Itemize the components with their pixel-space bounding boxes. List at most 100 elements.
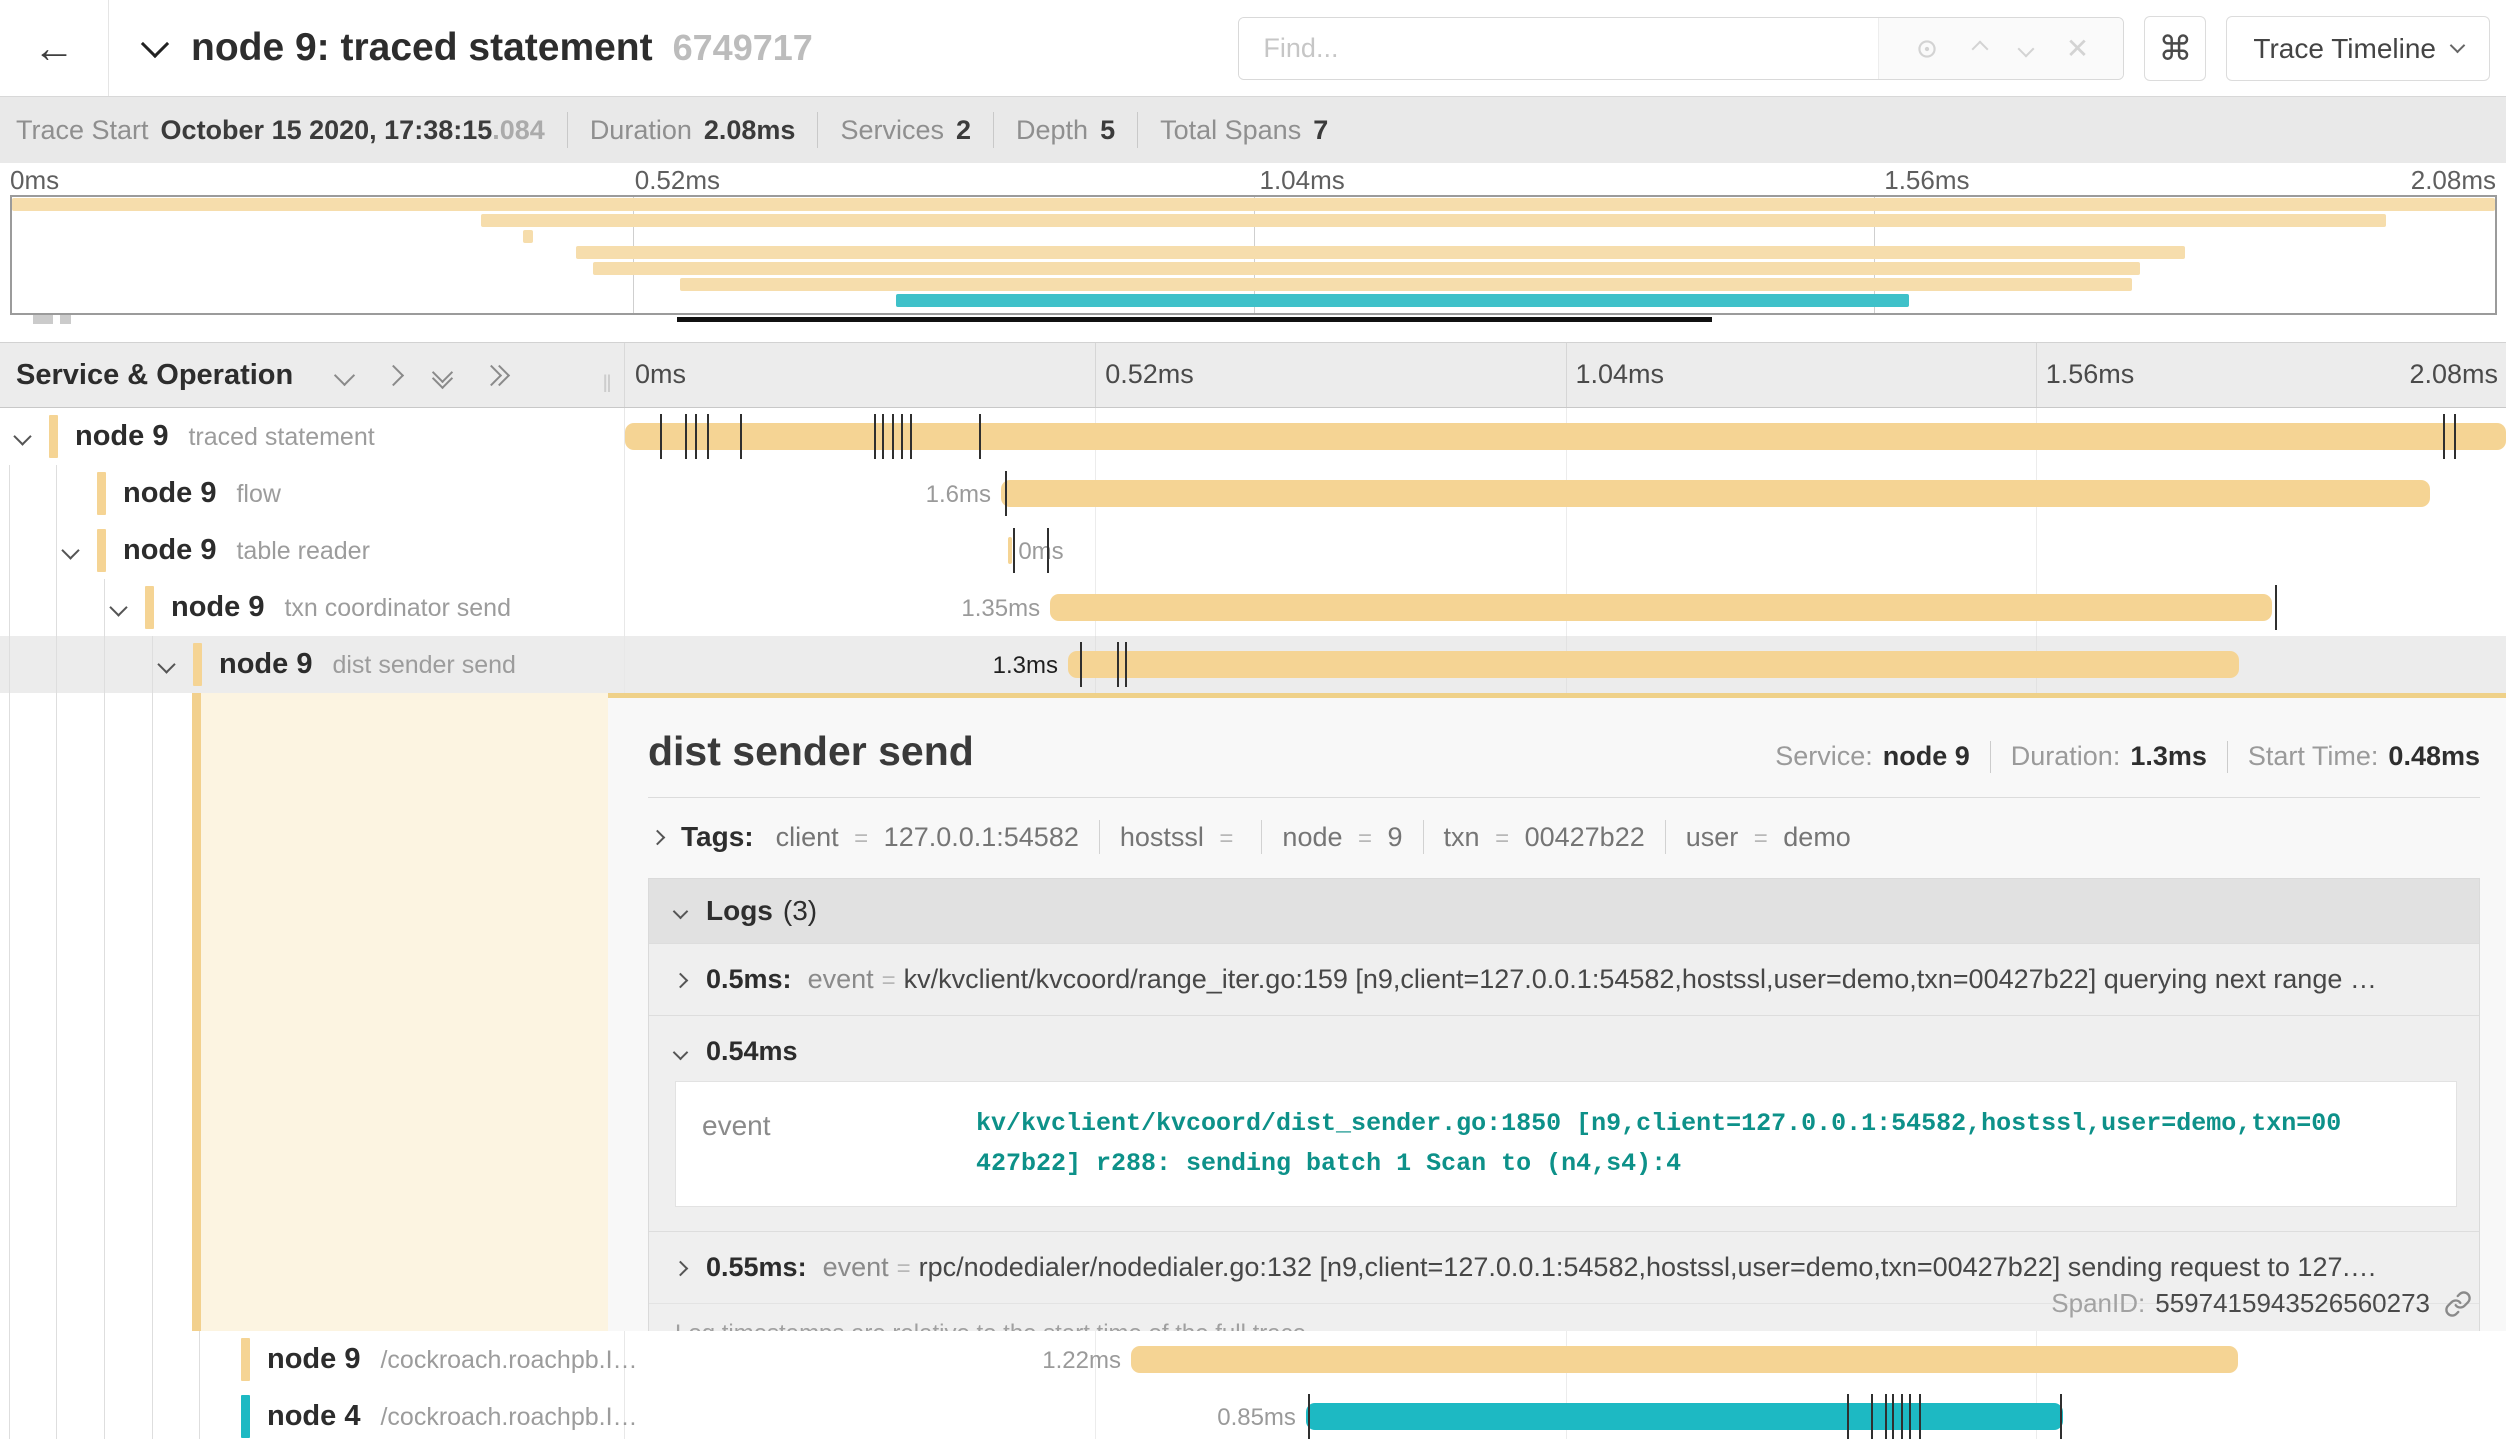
span-row[interactable]: node 9flow1.6ms [0,465,2506,522]
detail-meta-label: Service: [1775,741,1873,772]
span-row-timeline: 1.3ms [625,636,2506,693]
span-bar[interactable] [625,423,2506,450]
log-message: rpc/nodedialer/nodedialer.go:132 [n9,cli… [919,1252,2377,1283]
log-marker-tick [979,414,981,459]
expand-all-icon[interactable] [484,368,507,383]
log-entry-collapsed[interactable]: 0.5ms: event = kv/kvclient/kvcoord/range… [649,943,2479,1015]
tree-guide-line [9,579,10,636]
logs-header[interactable]: Logs (3) [649,879,2479,943]
log-message: kv/kvclient/kvcoord/range_iter.go:159 [n… [904,964,2377,995]
find-input[interactable] [1239,18,1878,79]
detail-meta-label: Start Time: [2248,741,2379,772]
summary-label: Depth [1016,115,1088,146]
log-event-detail: event kv/kvclient/kvcoord/dist_sender.go… [675,1081,2457,1207]
separator [567,112,568,148]
title-collapse-chevron-icon[interactable] [141,30,169,58]
link-icon[interactable] [2444,1290,2472,1318]
trace-view-selector[interactable]: Trace Timeline [2226,16,2490,81]
span-row[interactable]: node 9traced statement [0,408,2506,465]
span-bar[interactable] [1131,1346,2238,1373]
summary-item: Duration2.08ms [590,115,796,146]
find-clear-icon[interactable]: ✕ [2066,32,2089,65]
span-bar[interactable] [1008,537,1012,564]
log-marker-tick [1013,528,1015,573]
summary-value: 2 [956,115,971,146]
chevron-down-icon [2450,38,2466,54]
back-button[interactable]: ← [0,0,109,96]
service-name: node 9txn coordinator send [171,591,511,624]
log-marker-tick [1117,642,1119,687]
keyboard-shortcuts-button[interactable]: ⌘ [2144,16,2206,81]
span-row[interactable]: node 9table reader0ms [0,522,2506,579]
timeline-column-header: Service & Operation ‖ 0ms0.52ms1.04ms1.5… [0,342,2506,408]
log-entry-expanded-header[interactable]: 0.54ms [649,1015,2479,1081]
span-bar[interactable] [1001,480,2430,507]
tag-equals: = [1495,825,1509,852]
span-bar[interactable] [1050,594,2272,621]
expand-one-icon[interactable] [383,364,404,385]
header-toolbar: ✕ ⌘ Trace Timeline [1238,16,2490,81]
tag-item: txn = 00427b22 [1444,822,1645,853]
operation-name: dist sender send [332,651,515,679]
locate-icon[interactable] [1914,36,1940,62]
service-color-bar [49,415,58,458]
service-color-bar [241,1338,250,1381]
minimap-viewport-scrubber[interactable] [677,317,1712,322]
span-row[interactable]: node 9dist sender send1.3ms [0,636,2506,693]
find-next-icon[interactable] [2017,40,2034,57]
minimap-drag-handle[interactable] [60,315,71,324]
separator [1423,820,1424,854]
span-row-timeline [625,408,2506,465]
timeline-gridline [1566,522,1567,579]
collapse-one-icon[interactable] [334,364,355,385]
separator [1137,112,1138,148]
operation-name: /cockroach.roachpb.I… [380,1346,637,1374]
operation-name: traced statement [188,423,374,451]
tag-equals: = [1358,825,1372,852]
tag-equals: = [1219,825,1233,852]
operation-name: flow [236,480,280,508]
log-marker-tick [1919,1394,1921,1439]
tag-item: node = 9 [1282,822,1402,853]
span-toggle-chevron-icon[interactable] [109,598,127,616]
span-row-label: node 9dist sender send [0,636,625,693]
span-row[interactable]: node 9/cockroach.roachpb.I…1.22ms [0,1331,2506,1388]
log-field-value: kv/kvclient/kvcoord/dist_sender.go:1850 … [976,1104,2456,1184]
minimap-span-row [12,197,2495,213]
log-field-key: event [808,964,874,995]
log-timestamp: 0.54ms [706,1036,798,1067]
span-row[interactable]: node 4/cockroach.roachpb.I…0.85ms [0,1388,2506,1439]
tags-row[interactable]: Tags: client = 127.0.0.1:54582hostssl = … [648,798,2480,874]
trace-title-group[interactable]: node 9: traced statement 6749717 [145,26,813,70]
span-toggle-chevron-icon[interactable] [157,655,175,673]
detail-left-gutter [0,693,608,1331]
span-row-timeline: 1.22ms [625,1331,2506,1388]
minimap-canvas[interactable] [10,195,2497,315]
span-duration-label: 0.85ms [1217,1404,1306,1432]
find-prev-icon[interactable] [1971,40,1988,57]
summary-item: Total Spans7 [1160,115,1328,146]
log-marker-tick [874,414,876,459]
log-marker-tick [707,414,709,459]
collapse-all-icon[interactable] [435,365,450,386]
summary-value: October 15 2020, 17:38:15 [161,115,493,146]
logs-title: Logs [706,895,773,927]
minimap-drag-handle[interactable] [33,315,53,324]
detail-meta-value: 0.48ms [2388,741,2480,772]
separator [1990,741,1991,773]
axis-tick-label: 0ms [635,359,686,390]
span-bar[interactable] [1068,651,2239,678]
minimap-span-bar [523,230,533,243]
axis-divider [1566,343,1567,407]
minimap-span-row [12,277,2495,293]
column-resize-handle[interactable]: ‖ [602,371,614,399]
span-row[interactable]: node 9txn coordinator send1.35ms [0,579,2506,636]
logs-collapse-chevron-icon [673,903,689,919]
span-toggle-chevron-icon[interactable] [61,541,79,559]
tag-item: client = 127.0.0.1:54582 [776,822,1079,853]
service-operation-title: Service & Operation [16,359,293,392]
log-value-line: 427b22] r288: sending batch 1 Scan to (n… [976,1144,2456,1184]
tree-guide-line [152,1388,153,1439]
span-bar[interactable] [1306,1403,2063,1430]
span-toggle-chevron-icon[interactable] [13,427,31,445]
